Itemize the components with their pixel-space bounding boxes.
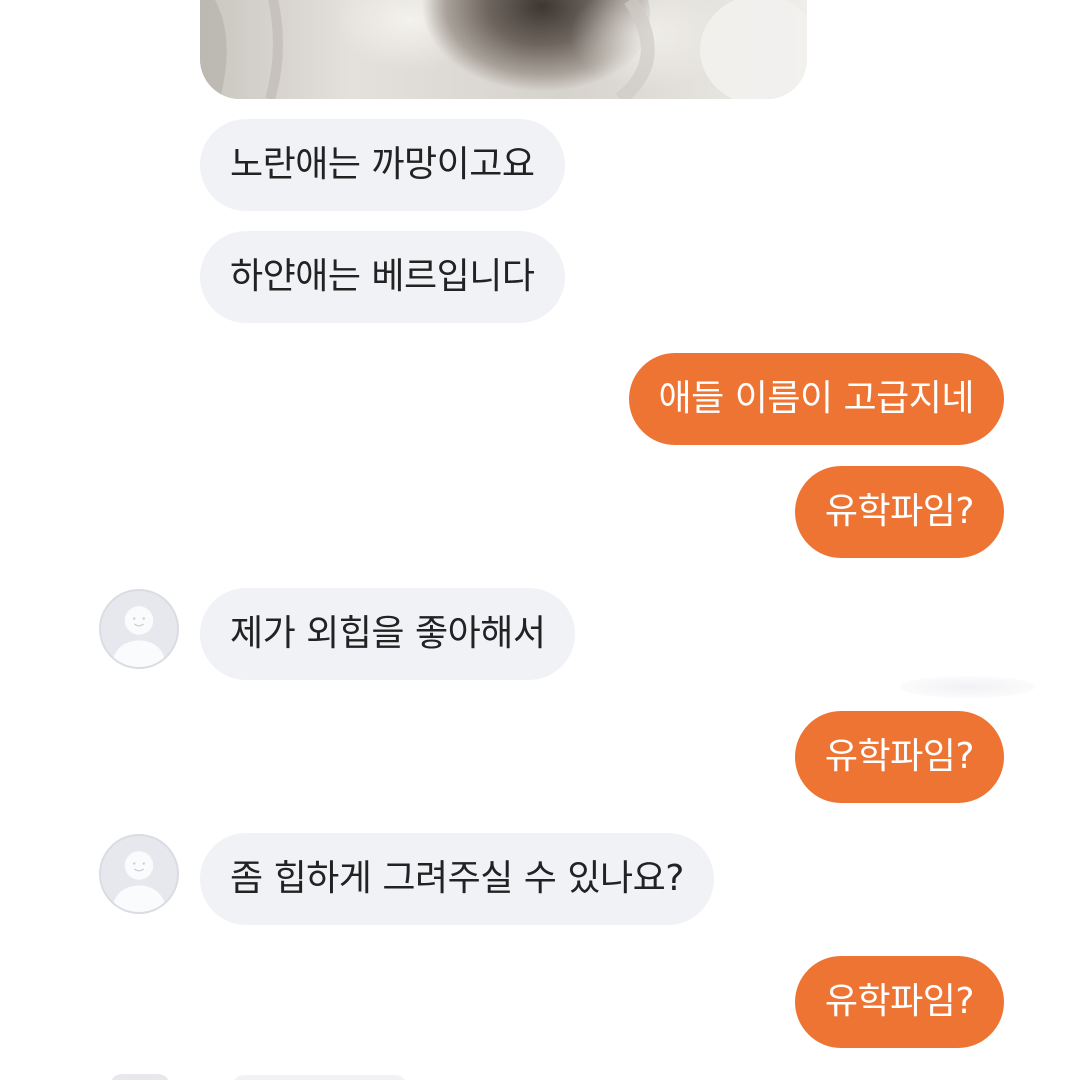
incoming-message: 제가 외힙을 좋아해서: [200, 588, 576, 680]
shared-photo[interactable]: [200, 0, 807, 99]
incoming-message: 하얀애는 베르입니다: [200, 231, 565, 323]
chat-screen: 노란애는 까망이고요 하얀애는 베르입니다 애들 이름이 고급지네 유학파임? …: [0, 0, 1080, 1080]
outgoing-message: 애들 이름이 고급지네: [628, 353, 1004, 445]
outgoing-message: 유학파임?: [794, 956, 1004, 1048]
incoming-message: 노란애는 까망이고요: [200, 119, 565, 211]
screen-glare: [900, 676, 1035, 698]
outgoing-message: 유학파임?: [794, 711, 1004, 803]
default-user-avatar-icon[interactable]: [99, 834, 179, 914]
default-user-avatar-icon[interactable]: [99, 589, 179, 669]
outgoing-message: 유학파임?: [794, 466, 1004, 558]
photo-image: [200, 0, 807, 99]
partial-incoming-message: [232, 1075, 407, 1080]
user-silhouette-icon: [111, 851, 167, 912]
incoming-message: 좀 힙하게 그려주실 수 있나요?: [200, 833, 714, 925]
partial-avatar-icon: [110, 1074, 170, 1080]
user-silhouette-icon: [111, 606, 167, 667]
